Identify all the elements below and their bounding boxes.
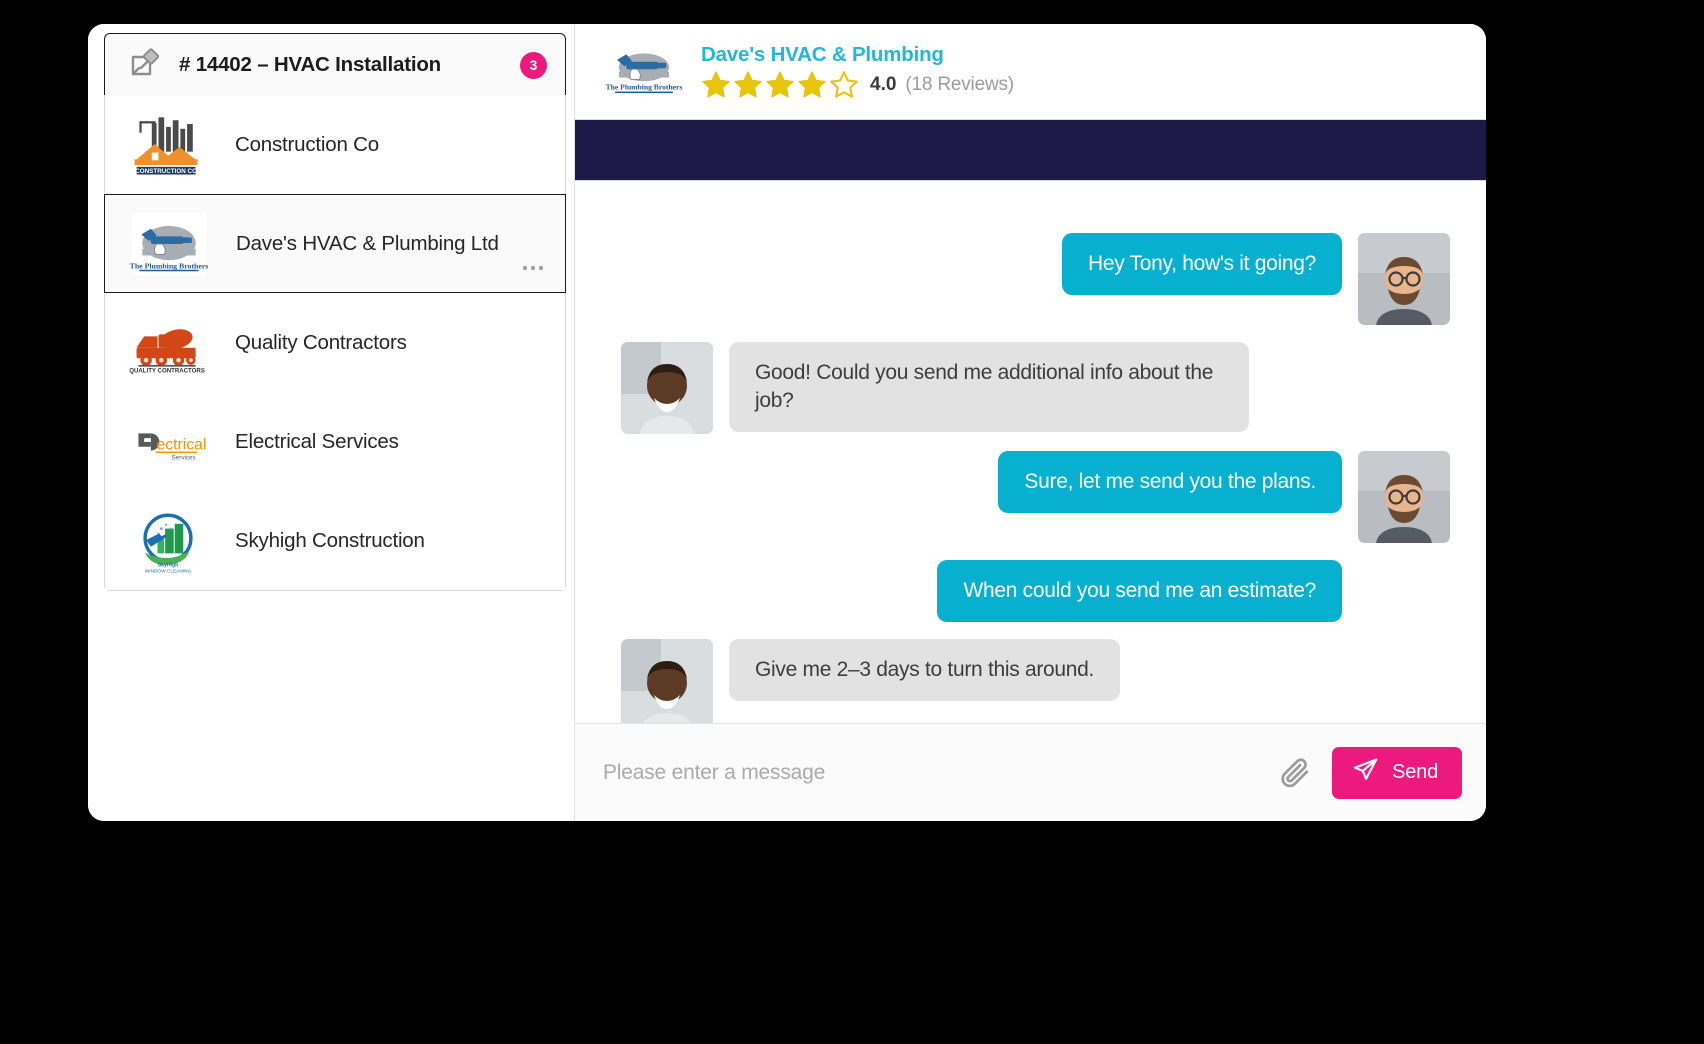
send-button-label: Send [1392, 761, 1438, 783]
message-input[interactable] [603, 760, 1259, 785]
vendor-list-item-construction-co[interactable]: CONSTRUCTION CO Construction Co [105, 95, 565, 194]
svg-text:SkyHigh: SkyHigh [158, 562, 179, 568]
message-bubble: Hey Tony, how's it going? [1061, 233, 1342, 295]
message-row-outgoing: Hey Tony, how's it going? [621, 233, 1450, 325]
dot [538, 265, 543, 270]
ticket-card: # 14402 – HVAC Installation 3 [104, 33, 566, 97]
message-bubble: Sure, let me send you the plans. [998, 451, 1342, 513]
vendor-list-item-skyhigh-construction[interactable]: SkyHigh WINDOW CLEANING Skyhigh Construc… [105, 491, 565, 590]
svg-text:CONSTRUCTION CO: CONSTRUCTION CO [135, 168, 197, 175]
quality-contractors-logo: QUALITY CONTRACTORS [127, 307, 209, 379]
vendor-list-item-quality-contractors[interactable]: QUALITY CONTRACTORS Quality Contractors [105, 293, 565, 392]
avatar-dave [621, 342, 713, 434]
star-filled-icon [798, 71, 826, 98]
avatar-dave [621, 638, 713, 723]
chat-header-info: Dave's HVAC & Plumbing 4.0 (18 Reviews) [701, 43, 1014, 100]
vendor-sidebar: # 14402 – HVAC Installation 3 CONSTRUCTI… [88, 24, 575, 821]
avatar-tony [1358, 451, 1450, 543]
vendor-name: Skyhigh Construction [235, 528, 425, 552]
svg-text:The Plumbing Brothers: The Plumbing Brothers [130, 261, 209, 270]
ticket-title: # 14402 – HVAC Installation [179, 53, 441, 76]
svg-text:The Plumbing Brothers: The Plumbing Brothers [606, 82, 683, 91]
paper-plane-icon [1352, 756, 1379, 789]
star-filled-icon [766, 71, 794, 98]
star-rating [701, 70, 859, 100]
vendor-list: CONSTRUCTION CO Construction Co The Plum… [104, 95, 566, 591]
rating-value: 4.0 [870, 74, 897, 95]
message-composer: Send [575, 723, 1486, 821]
svg-text:Services: Services [172, 454, 196, 461]
more-options-icon[interactable] [522, 265, 543, 270]
ticket-header: # 14402 – HVAC Installation 3 [105, 34, 565, 96]
message-row-outgoing: Sure, let me send you the plans. [621, 451, 1450, 543]
skyhigh-construction-logo: SkyHigh WINDOW CLEANING [127, 505, 209, 577]
vendor-name: Quality Contractors [235, 330, 407, 354]
construction-co-logo: CONSTRUCTION CO [127, 109, 209, 181]
svg-text:WINDOW CLEANING: WINDOW CLEANING [145, 568, 192, 574]
message-bubble: Good! Could you send me additional info … [729, 342, 1249, 432]
message-bubble: Give me 2–3 days to turn this around. [729, 638, 1121, 701]
star-filled-icon [702, 71, 730, 98]
avatar-tony [1358, 233, 1450, 325]
message-row-incoming: Give me 2–3 days to turn this around. [621, 638, 1450, 723]
pin-note-icon [125, 45, 165, 85]
star-outline-icon [830, 71, 858, 98]
message-thread: Hey Tony, how's it going? Good! Could yo… [575, 181, 1486, 723]
plumbing-brothers-logo: The Plumbing Brothers [603, 41, 685, 103]
vendor-list-item-electrical-services[interactable]: ectrical Services Electrical Services [105, 392, 565, 491]
vendor-name: Electrical Services [235, 429, 399, 453]
dot [522, 265, 527, 270]
svg-text:ectrical: ectrical [157, 436, 207, 453]
navy-accent-bar [575, 119, 1486, 181]
svg-text:QUALITY CONTRACTORS: QUALITY CONTRACTORS [129, 367, 205, 374]
unread-badge: 3 [520, 51, 547, 79]
dot [530, 265, 535, 270]
chat-panel: The Plumbing Brothers Dave's HVAC & Plum… [575, 24, 1486, 821]
rating-count: (18 Reviews) [905, 74, 1014, 95]
message-row-incoming: Good! Could you send me additional info … [621, 342, 1450, 434]
vendor-list-item-daves-hvac-plumbing[interactable]: The Plumbing Brothers Dave's HVAC & Plum… [104, 194, 566, 293]
vendor-name: Construction Co [235, 132, 379, 156]
star-filled-icon [734, 71, 762, 98]
plumbing-brothers-logo: The Plumbing Brothers [128, 208, 210, 280]
message-row-outgoing: When could you send me an estimate? [621, 560, 1342, 622]
messaging-app-window: # 14402 – HVAC Installation 3 CONSTRUCTI… [88, 24, 1486, 821]
vendor-name: Dave's HVAC & Plumbing Ltd [236, 231, 499, 255]
electrical-services-logo: ectrical Services [127, 406, 209, 478]
rating-row: 4.0 (18 Reviews) [701, 70, 1014, 100]
send-button[interactable]: Send [1332, 746, 1462, 799]
message-bubble: When could you send me an estimate? [937, 560, 1342, 622]
paperclip-icon[interactable] [1276, 754, 1314, 792]
chat-header: The Plumbing Brothers Dave's HVAC & Plum… [575, 24, 1486, 119]
chat-vendor-name[interactable]: Dave's HVAC & Plumbing [701, 43, 1014, 67]
